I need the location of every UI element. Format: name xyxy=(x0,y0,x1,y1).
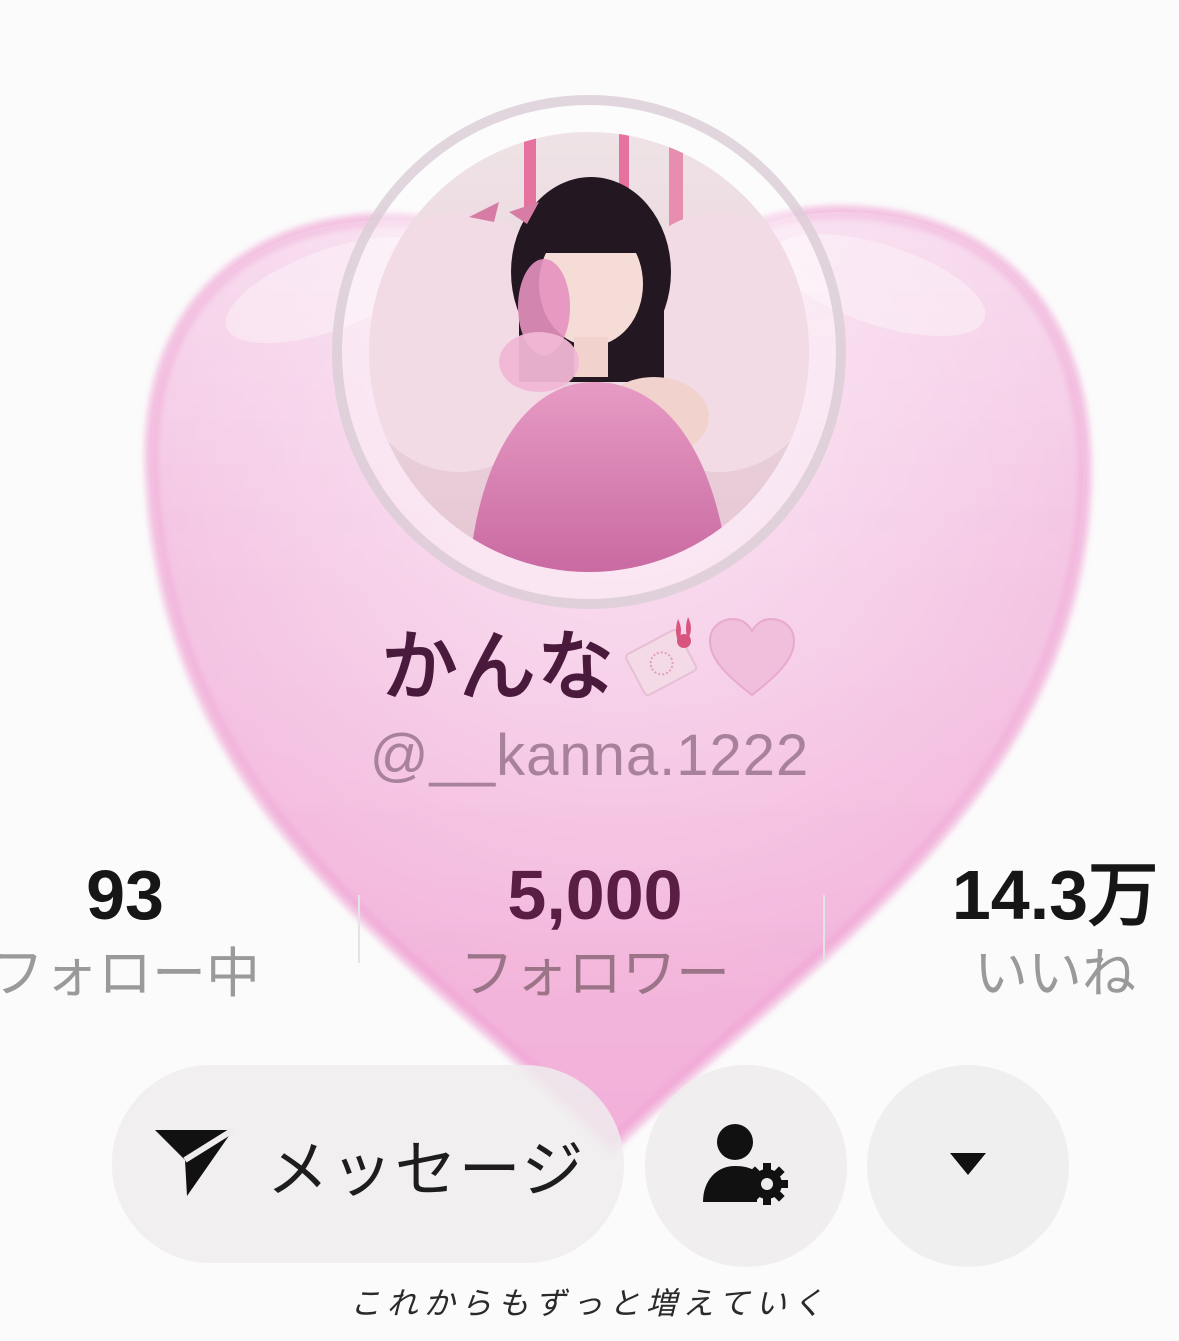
overlay-caption: これからもずっと増えていく xyxy=(349,1286,830,1322)
username-handle: @__kanna.1222 xyxy=(369,723,810,788)
name-row: かんな xyxy=(0,605,1179,715)
pink-heart-icon xyxy=(706,615,798,705)
following-count: 93 xyxy=(86,856,164,934)
ticket-bunny-icon xyxy=(616,613,706,707)
stat-following[interactable]: 93 フォロー中 xyxy=(0,855,310,1011)
avatar[interactable] xyxy=(369,132,809,572)
avatar-photo xyxy=(369,132,809,572)
followers-count: 5,000 xyxy=(507,856,683,934)
send-icon xyxy=(151,1122,237,1206)
more-options-button[interactable] xyxy=(867,1065,1069,1267)
stat-divider xyxy=(823,895,825,963)
stat-divider xyxy=(358,895,360,963)
message-button[interactable]: メッセージ xyxy=(112,1065,624,1263)
display-name: かんな xyxy=(381,622,616,711)
user-settings-icon xyxy=(701,1122,791,1210)
following-label: フォロー中 xyxy=(0,942,260,1005)
likes-count: 14.3万 xyxy=(951,856,1159,934)
likes-label: いいね xyxy=(974,942,1136,1005)
followers-label: フォロワー xyxy=(460,942,730,1005)
caret-down-icon xyxy=(948,1151,988,1181)
stat-followers[interactable]: 5,000 フォロワー xyxy=(400,855,790,1011)
friend-settings-button[interactable] xyxy=(645,1065,847,1267)
message-button-label: メッセージ xyxy=(266,1133,586,1206)
stat-likes[interactable]: 14.3万 いいね xyxy=(905,855,1179,1011)
